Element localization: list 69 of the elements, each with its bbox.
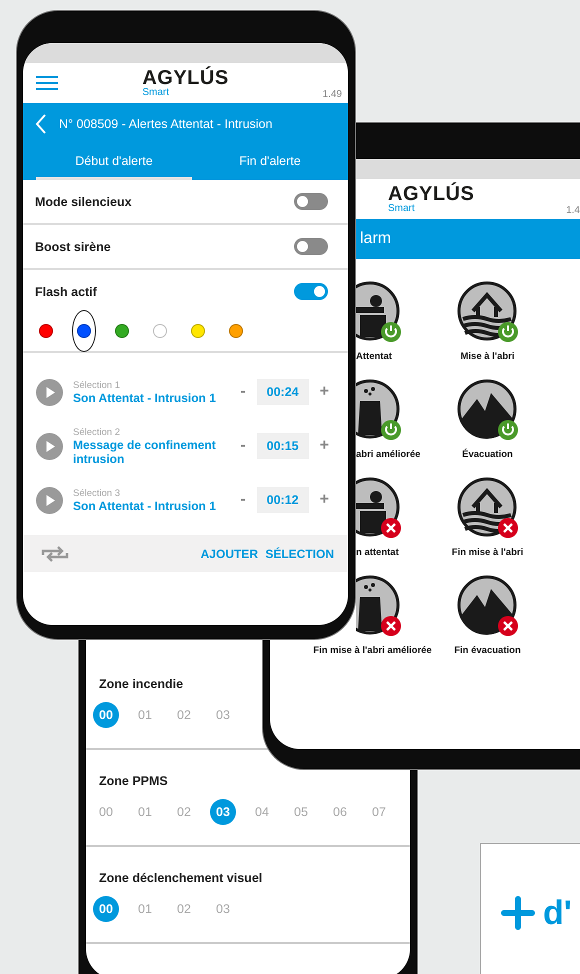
screen-title: larm <box>360 230 392 248</box>
screen-title: N° 008509 - Alertes Attentat - Intrusion <box>59 117 272 131</box>
alarm-label: Attentat <box>355 351 392 363</box>
selection-caption: Sélection 3 <box>73 488 122 498</box>
setting-label: Boost sirène <box>35 240 111 254</box>
zone-option[interactable]: 03 <box>210 702 236 728</box>
menu-icon[interactable] <box>36 76 58 90</box>
zone-option[interactable]: 01 <box>132 702 158 728</box>
zone-option[interactable]: 03 <box>210 799 236 825</box>
toggle-switch[interactable] <box>294 193 328 210</box>
sound-name: Son Attentat - Intrusion 1 <box>73 390 217 404</box>
sound-name: Son Attentat - Intrusion 1 <box>73 498 217 512</box>
card-text: d' <box>543 894 572 932</box>
play-icon[interactable] <box>36 486 63 514</box>
play-icon[interactable] <box>36 378 63 406</box>
zone-option[interactable]: 02 <box>171 702 197 728</box>
zone-option[interactable]: 02 <box>171 799 197 825</box>
zone-option[interactable]: 03 <box>210 896 236 922</box>
duration-field[interactable]: 00:24 <box>256 379 309 405</box>
tab[interactable]: Fin d'alerte <box>192 145 348 180</box>
alarm-label: Fin mise à l'abri améliorée <box>313 645 432 657</box>
zone-option[interactable]: 02 <box>171 896 197 922</box>
version-label: 1.4 <box>566 205 580 216</box>
play-icon[interactable] <box>36 432 63 460</box>
increase-button[interactable]: + <box>312 491 336 509</box>
logo: AGYLÚS Smart <box>142 68 229 98</box>
alarm-label: Mise à l'abri <box>460 351 514 363</box>
increase-button[interactable]: + <box>312 437 336 455</box>
selection-caption: Sélection 1 <box>73 380 122 390</box>
increase-button[interactable]: + <box>312 383 336 401</box>
repeat-icon[interactable] <box>40 546 70 562</box>
setting-label: Mode silencieux <box>35 194 132 208</box>
toggle-switch[interactable] <box>294 283 328 300</box>
mountain-pictogram-icon[interactable] <box>456 379 518 441</box>
zone-title: Zone déclenchement visuel <box>99 871 264 887</box>
back-icon[interactable] <box>35 114 47 134</box>
zone-title: Zone incendie <box>99 677 184 693</box>
mountain-pictogram-icon[interactable] <box>456 575 518 637</box>
alarm-label: Fin mise à l'abri <box>452 547 524 559</box>
setting-label: Flash actif <box>35 284 97 298</box>
zone-option[interactable]: 06 <box>327 799 353 825</box>
add-selection-button[interactable]: AJOUTER SÉLECTION <box>200 546 334 560</box>
decrease-button[interactable]: - <box>233 437 253 455</box>
color-option[interactable] <box>72 310 96 352</box>
alarm-label: Fin évacuation <box>454 645 521 657</box>
zone-option[interactable]: 00 <box>93 896 119 922</box>
zone-option[interactable]: 00 <box>93 702 119 728</box>
alarm-label: abri améliorée <box>355 449 420 461</box>
zone-option[interactable]: 04 <box>249 799 275 825</box>
zone-option[interactable]: 07 <box>366 799 392 825</box>
sound-name: Message de confinement intrusion <box>73 438 217 466</box>
duration-field[interactable]: 00:12 <box>256 487 309 513</box>
alarm-label: Évacuation <box>462 449 513 461</box>
house-pictogram-icon[interactable] <box>456 281 518 343</box>
version-label: 1.49 <box>322 89 342 100</box>
house-pictogram-icon[interactable] <box>456 477 518 539</box>
zone-option[interactable]: 01 <box>132 896 158 922</box>
zone-option[interactable]: 01 <box>132 799 158 825</box>
selection-caption: Sélection 2 <box>73 426 122 438</box>
logo: AGYLÚS Smart <box>388 184 474 214</box>
plus-icon <box>501 896 535 930</box>
toggle-switch[interactable] <box>294 238 328 255</box>
decrease-button[interactable]: - <box>233 491 253 509</box>
zone-option[interactable]: 05 <box>288 799 314 825</box>
zone-option[interactable]: 00 <box>93 799 119 825</box>
zone-title: Zone PPMS <box>99 774 169 790</box>
tab[interactable]: Début d'alerte <box>36 145 192 180</box>
duration-field[interactable]: 00:15 <box>256 433 309 459</box>
decrease-button[interactable]: - <box>233 383 253 401</box>
